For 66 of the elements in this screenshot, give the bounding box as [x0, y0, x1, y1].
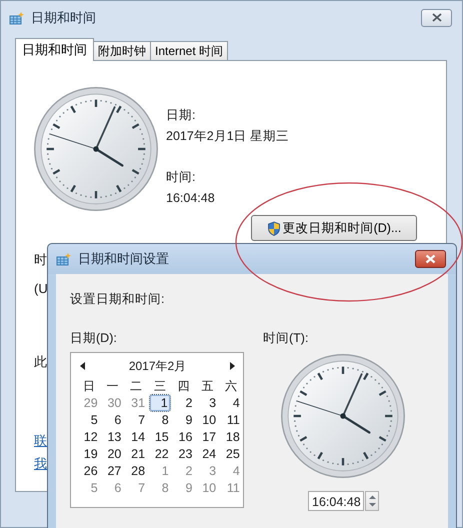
date-label: 日期(D):: [70, 330, 118, 346]
calendar-day[interactable]: 1: [150, 395, 170, 411]
label-text: 时: [34, 251, 47, 268]
date-value: 2017年2月1日 星期三: [166, 128, 290, 145]
calendar-day[interactable]: 9: [172, 412, 196, 429]
calendar-day[interactable]: 23: [172, 446, 196, 463]
calendar-day[interactable]: 15: [148, 429, 172, 446]
tab[interactable]: Internet 时间: [150, 41, 228, 60]
close-button[interactable]: [421, 8, 452, 26]
calendar-day[interactable]: 28: [124, 463, 148, 480]
calendar-day[interactable]: 27: [100, 463, 124, 480]
calendar-day[interactable]: 17: [195, 429, 220, 446]
weekday-label: 六: [224, 378, 238, 395]
close-icon: [432, 13, 442, 22]
calendar-day[interactable]: 3: [195, 395, 220, 412]
calendar-day[interactable]: 2: [172, 395, 196, 412]
calendar-icon: [9, 10, 25, 24]
next-month-icon[interactable]: [230, 362, 235, 370]
calendar-day[interactable]: 19: [77, 446, 101, 463]
spinner-arrows-icon: [368, 494, 376, 508]
window-title: 日期和时间: [31, 8, 97, 26]
change-date-time-button[interactable]: 更改日期和时间(D)...: [251, 215, 417, 241]
label-text: 此: [34, 353, 47, 370]
weekday-label: 日: [82, 378, 96, 395]
calendar-day[interactable]: 24: [195, 446, 220, 463]
link[interactable]: 联: [34, 432, 47, 449]
weekday-label: 四: [176, 378, 191, 395]
calendar-day[interactable]: 5: [77, 412, 101, 429]
calendar-icon: [56, 252, 72, 266]
weekday-label: 一: [106, 378, 120, 395]
spinner-control[interactable]: [365, 491, 379, 511]
calendar-day[interactable]: 4: [219, 395, 243, 412]
link[interactable]: 我: [34, 455, 47, 472]
window-title: 日期和时间设置: [78, 250, 170, 268]
calendar-day[interactable]: 10: [195, 412, 220, 429]
label-text: (U: [34, 280, 48, 297]
calendar-day[interactable]: 26: [77, 463, 101, 480]
time-field[interactable]: 16:04:48: [308, 491, 364, 511]
close-icon: [425, 254, 436, 264]
calendar-day[interactable]: 14: [124, 429, 148, 446]
calendar-day[interactable]: 11: [219, 412, 243, 429]
date-label: 日期:: [166, 107, 196, 124]
time-label: 时间(T):: [263, 330, 308, 346]
shield-icon: [266, 220, 281, 236]
calendar-day[interactable]: 18: [219, 429, 243, 446]
calendar-day[interactable]: 6: [100, 412, 124, 429]
close-button[interactable]: [415, 250, 446, 268]
previous-month-icon[interactable]: [80, 362, 85, 370]
calendar-day[interactable]: 13: [100, 429, 124, 446]
weekday-label: 三: [152, 378, 167, 395]
calendar-day[interactable]: 22: [148, 446, 172, 463]
calendar-day[interactable]: 20: [100, 446, 124, 463]
tab[interactable]: 附加时钟: [93, 41, 151, 60]
instruction-text: 设置日期和时间:: [70, 291, 166, 307]
calendar-day[interactable]: 12: [77, 429, 101, 446]
calendar-day[interactable]: 16: [172, 429, 196, 446]
calendar-day[interactable]: 8: [148, 412, 172, 429]
calendar-day[interactable]: 7: [124, 412, 148, 429]
month-title[interactable]: 2017年2月: [128, 358, 186, 374]
time-label: 时间:: [166, 169, 196, 186]
calendar-day[interactable]: 25: [219, 446, 243, 463]
weekday-label: 五: [200, 378, 214, 395]
weekday-label: 二: [129, 378, 144, 395]
tab[interactable]: 日期和时间: [15, 38, 94, 61]
time-value: 16:04:48: [166, 190, 215, 207]
calendar-day[interactable]: 21: [124, 446, 148, 463]
